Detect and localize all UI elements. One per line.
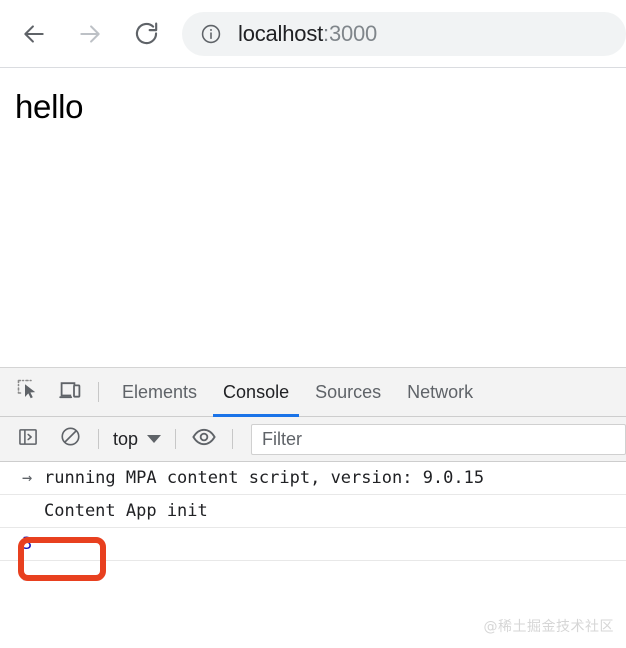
console-message-list: → running MPA content script, version: 9.… bbox=[0, 462, 626, 591]
clear-console-button[interactable] bbox=[52, 421, 88, 457]
console-toolbar-divider-2 bbox=[175, 429, 177, 449]
console-toolbar-divider-3 bbox=[232, 429, 234, 449]
device-toolbar-button[interactable] bbox=[52, 374, 88, 410]
chevron-down-icon bbox=[147, 435, 162, 443]
console-result-value[interactable]: 3 bbox=[0, 528, 626, 561]
info-circle-icon[interactable] bbox=[200, 23, 222, 45]
prompt-chevron-icon: › bbox=[20, 565, 31, 587]
console-sidebar-button[interactable] bbox=[10, 421, 46, 457]
console-filter-input[interactable]: Filter bbox=[251, 423, 626, 455]
live-expression-eye-icon bbox=[191, 424, 217, 455]
console-prompt[interactable]: › bbox=[0, 561, 626, 591]
tab-sources[interactable]: Sources bbox=[302, 368, 394, 417]
console-sidebar-icon bbox=[17, 426, 39, 453]
reload-button[interactable] bbox=[126, 14, 166, 54]
console-message[interactable]: Content App init bbox=[0, 495, 626, 528]
inspect-element-button[interactable] bbox=[10, 374, 46, 410]
arrow-right-icon bbox=[77, 21, 103, 47]
tab-console[interactable]: Console bbox=[210, 368, 302, 417]
inspect-element-icon bbox=[16, 378, 40, 407]
devtools-panel: Elements Console Sources Network top Fil… bbox=[0, 368, 626, 647]
live-expression-button[interactable] bbox=[186, 421, 222, 457]
execution-context-label: top bbox=[113, 428, 139, 449]
message-arrow-icon: → bbox=[22, 468, 33, 488]
back-button[interactable] bbox=[14, 14, 54, 54]
address-bar[interactable]: localhost:3000 bbox=[182, 11, 626, 56]
console-toolbar: top Filter bbox=[0, 417, 626, 462]
console-message[interactable]: → running MPA content script, version: 9.… bbox=[0, 462, 626, 495]
url-port: :3000 bbox=[323, 20, 378, 46]
devtools-tabbar: Elements Console Sources Network bbox=[0, 368, 626, 417]
page-heading: hello bbox=[15, 88, 84, 125]
clear-console-icon bbox=[59, 425, 82, 453]
console-toolbar-divider-1 bbox=[98, 429, 99, 449]
console-message-text: Content App init bbox=[44, 501, 208, 521]
tab-network[interactable]: Network bbox=[394, 368, 486, 417]
forward-button[interactable] bbox=[70, 14, 110, 54]
execution-context-select[interactable]: top bbox=[109, 429, 165, 450]
arrow-left-icon bbox=[21, 21, 47, 47]
reload-icon bbox=[133, 20, 160, 47]
watermark: @稀土掘金技术社区 bbox=[483, 619, 614, 635]
address-bar-url: localhost:3000 bbox=[238, 21, 377, 47]
device-toolbar-icon bbox=[58, 378, 82, 407]
tab-elements[interactable]: Elements bbox=[109, 368, 210, 417]
browser-toolbar: localhost:3000 bbox=[0, 0, 626, 68]
url-host: localhost bbox=[238, 20, 324, 46]
toolbar-divider bbox=[98, 382, 99, 402]
page-viewport: hello bbox=[0, 68, 626, 368]
console-message-text: running MPA content script, version: 9.0… bbox=[44, 468, 485, 488]
